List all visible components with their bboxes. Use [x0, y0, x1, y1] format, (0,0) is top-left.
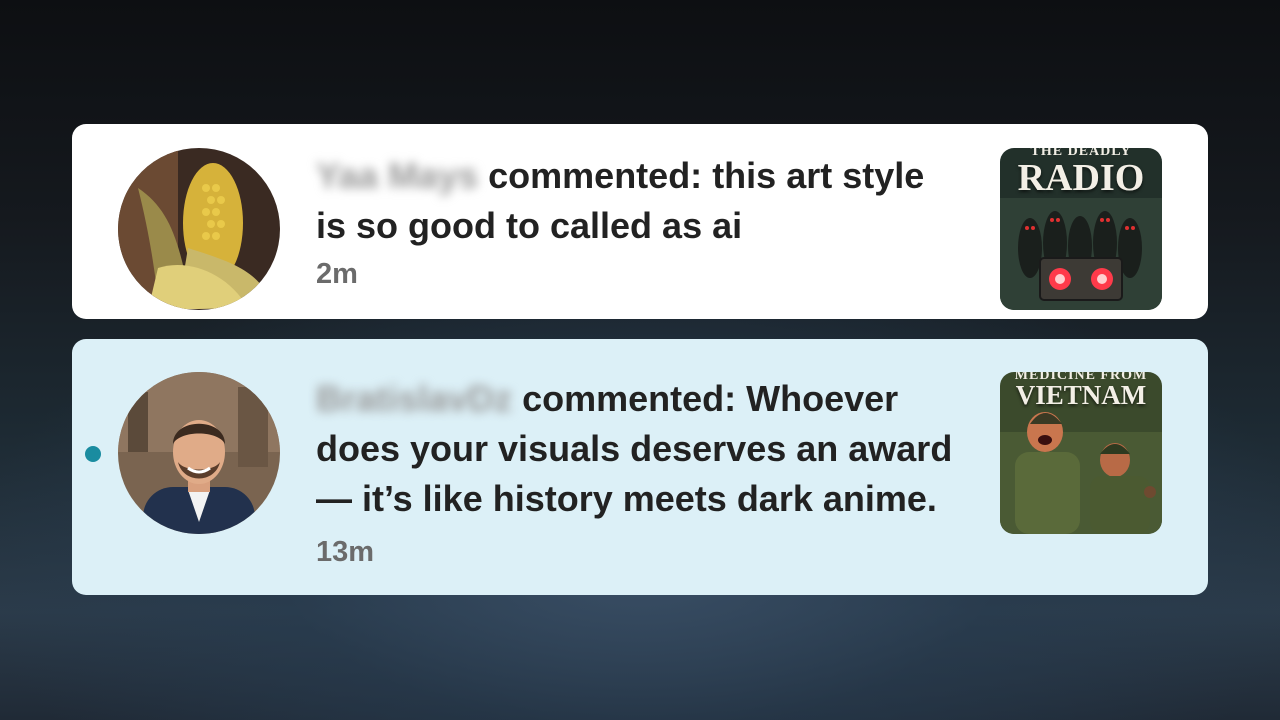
thumbnail-title: VIETNAM: [1015, 380, 1147, 410]
notification-text: Yaa Mays commented: this art style is so…: [316, 151, 956, 297]
action-text: commented:: [522, 378, 737, 419]
user-avatar[interactable]: [118, 372, 280, 534]
corn-icon: [118, 148, 280, 310]
post-thumbnail[interactable]: THE DEADLY RADIO: [1000, 148, 1162, 310]
thumbnail-title: RADIO: [1017, 157, 1145, 199]
username[interactable]: BratislavDz: [316, 374, 512, 424]
timestamp: 13m: [316, 536, 375, 568]
notification-card[interactable]: Yaa Mays commented: this art style is so…: [72, 124, 1208, 319]
notification-card[interactable]: BratislavDz commented: Whoever does your…: [72, 339, 1208, 595]
user-avatar[interactable]: [118, 148, 280, 310]
unread-indicator: [85, 446, 101, 462]
notification-text: BratislavDz commented: Whoever does your…: [316, 374, 956, 577]
action-text: commented:: [488, 155, 703, 196]
username[interactable]: Yaa Mays: [316, 151, 478, 201]
person-photo: [118, 372, 280, 534]
timestamp: 2m: [316, 258, 358, 290]
post-thumbnail[interactable]: MEDICINE FROM VIETNAM: [1000, 372, 1162, 534]
